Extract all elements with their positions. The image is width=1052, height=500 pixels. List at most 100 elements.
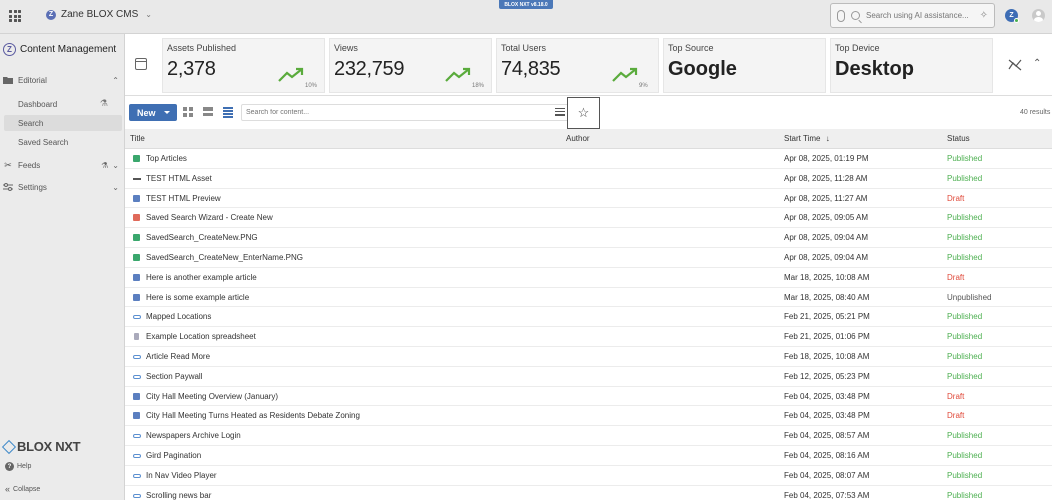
table-row[interactable]: Here is some example article Mar 18, 2025… bbox=[125, 288, 1052, 308]
article-asset-icon bbox=[133, 273, 140, 281]
scissors-icon: ✂ bbox=[4, 159, 12, 170]
link-asset-icon bbox=[133, 355, 141, 359]
row-title[interactable]: In Nav Video Player bbox=[146, 471, 217, 480]
stat-card-total-users: Total Users 74,835 9% bbox=[496, 38, 659, 93]
table-row[interactable]: SavedSearch_CreateNew.PNG Apr 08, 2025, 0… bbox=[125, 228, 1052, 248]
stat-label: Top Device bbox=[835, 43, 880, 53]
row-title[interactable]: Here is another example article bbox=[146, 273, 257, 282]
table-row[interactable]: Article Read More Feb 18, 2025, 10:08 AM P… bbox=[125, 347, 1052, 367]
link-asset-icon bbox=[133, 454, 141, 458]
user-avatar[interactable] bbox=[1032, 9, 1045, 22]
table-row[interactable]: Here is another example article Mar 18, 2… bbox=[125, 268, 1052, 288]
stat-percent: 18% bbox=[472, 83, 485, 89]
table-row[interactable]: Scrolling news bar Feb 04, 2025, 07:53 AM… bbox=[125, 486, 1052, 500]
grid-view-icon[interactable] bbox=[183, 107, 193, 117]
sidebar-section-editorial[interactable]: Editorial ⌃ bbox=[3, 75, 119, 85]
toolbar: New ☆ 40 results bbox=[125, 96, 1052, 129]
row-title[interactable]: Section Paywall bbox=[146, 372, 202, 381]
row-title[interactable]: Scrolling news bar bbox=[146, 491, 211, 500]
row-status: Published bbox=[947, 431, 983, 441]
table-row[interactable]: Newspapers Archive Login Feb 04, 2025, 08… bbox=[125, 426, 1052, 446]
new-button[interactable]: New bbox=[129, 104, 177, 121]
row-title[interactable]: Example Location spreadsheet bbox=[146, 332, 256, 341]
row-title[interactable]: City Hall Meeting Overview (January) bbox=[146, 392, 278, 401]
table-row[interactable]: Mapped Locations Feb 21, 2025, 05:21 PM Pu… bbox=[125, 307, 1052, 328]
flask-icon: ⚗ bbox=[99, 98, 108, 108]
stat-value: Desktop bbox=[835, 58, 914, 80]
workspace-switcher[interactable]: Z Zane BLOX CMS ⌄ bbox=[46, 9, 152, 20]
row-start-time: Feb 04, 2025, 07:53 AM bbox=[784, 490, 870, 500]
favorite-star-button[interactable]: ☆ bbox=[567, 97, 600, 129]
link-asset-icon bbox=[133, 374, 141, 379]
chevron-down-icon: ⌄ bbox=[145, 10, 152, 19]
row-status: Published bbox=[947, 352, 983, 361]
sidebar-section-settings[interactable]: Settings ⌄ bbox=[3, 182, 119, 192]
row-title[interactable]: Newspapers Archive Login bbox=[146, 431, 241, 440]
filter-icon[interactable] bbox=[555, 108, 565, 117]
table-row[interactable]: SavedSearch_CreateNew_EnterName.PNG Apr 0… bbox=[125, 248, 1052, 268]
row-start-time: Feb 21, 2025, 05:21 PM bbox=[784, 312, 870, 322]
column-header-start-time[interactable]: Start Time ↓ bbox=[784, 134, 830, 143]
table-row[interactable]: Top Articles Apr 08, 2025, 01:19 PM Publis… bbox=[125, 149, 1052, 169]
row-title[interactable]: Mapped Locations bbox=[146, 312, 211, 321]
row-title[interactable]: Top Articles bbox=[146, 154, 187, 163]
column-header-title[interactable]: Title bbox=[130, 134, 145, 143]
table-row[interactable]: In Nav Video Player Feb 04, 2025, 08:07 A… bbox=[125, 466, 1052, 486]
apps-grid-icon[interactable] bbox=[9, 10, 21, 22]
content-search-input[interactable] bbox=[241, 104, 569, 121]
sidebar-item-search[interactable]: Search bbox=[4, 115, 122, 131]
row-start-time: Feb 21, 2025, 01:06 PM bbox=[784, 332, 870, 342]
row-title[interactable]: Saved Search Wizard - Create New bbox=[146, 213, 273, 222]
row-status: Draft bbox=[947, 272, 965, 282]
row-start-time: Feb 18, 2025, 10:08 AM bbox=[784, 352, 870, 361]
table-row[interactable]: Section Paywall Feb 12, 2025, 05:23 PM Pub… bbox=[125, 367, 1052, 387]
collapse-sidebar-button[interactable]: « Collapse bbox=[5, 484, 40, 494]
table-row[interactable]: TEST HTML Preview Apr 08, 2025, 11:27 AM D… bbox=[125, 189, 1052, 209]
content-management-logo-icon: Z bbox=[3, 43, 16, 56]
row-start-time: Apr 08, 2025, 11:27 AM bbox=[784, 193, 868, 203]
row-title[interactable]: SavedSearch_CreateNew_EnterName.PNG bbox=[146, 253, 303, 262]
row-title[interactable]: TEST HTML Asset bbox=[146, 174, 212, 183]
stat-label: Top Source bbox=[668, 43, 714, 53]
ai-search-input[interactable] bbox=[866, 11, 980, 20]
sidebar-item-dashboard[interactable]: Dashboard ⚗ bbox=[4, 96, 122, 112]
column-header-author[interactable]: Author bbox=[566, 134, 590, 143]
column-header-status[interactable]: Status bbox=[947, 134, 970, 143]
stat-card-assets-published: Assets Published 2,378 10% bbox=[162, 38, 325, 93]
list-view-icon[interactable] bbox=[223, 107, 233, 118]
row-status: Draft bbox=[947, 193, 965, 203]
row-title[interactable]: Gird Pagination bbox=[146, 451, 201, 460]
row-status: Published bbox=[947, 233, 983, 243]
row-title[interactable]: SavedSearch_CreateNew.PNG bbox=[146, 233, 258, 242]
ai-sparkle-icon[interactable]: ✧ bbox=[980, 10, 988, 21]
row-title[interactable]: Article Read More bbox=[146, 352, 210, 361]
card-view-icon[interactable] bbox=[203, 107, 213, 117]
hide-chart-icon[interactable] bbox=[1008, 59, 1022, 71]
table-row[interactable]: Example Location spreadsheet Feb 21, 2025… bbox=[125, 327, 1052, 347]
row-status: Published bbox=[947, 154, 983, 163]
row-status: Draft bbox=[947, 411, 965, 421]
ai-search-bar[interactable]: ✧ bbox=[830, 3, 995, 28]
link-asset-icon bbox=[133, 315, 141, 320]
row-start-time: Feb 04, 2025, 03:48 PM bbox=[784, 391, 870, 401]
help-link[interactable]: ? Help bbox=[5, 462, 31, 471]
microphone-icon[interactable] bbox=[837, 9, 845, 22]
table-row[interactable]: TEST HTML Asset Apr 08, 2025, 11:28 AM Pub… bbox=[125, 169, 1052, 189]
calendar-icon[interactable] bbox=[135, 58, 147, 70]
image-asset-icon bbox=[133, 155, 140, 162]
sidebar-item-label: Search bbox=[18, 118, 44, 128]
row-status: Published bbox=[947, 312, 983, 322]
row-title[interactable]: City Hall Meeting Turns Heated as Reside… bbox=[146, 411, 360, 420]
table-row[interactable]: City Hall Meeting Turns Heated as Reside… bbox=[125, 406, 1052, 427]
trend-up-icon bbox=[445, 67, 471, 82]
sidebar-item-saved-search[interactable]: Saved Search bbox=[4, 134, 122, 150]
table-row[interactable]: Gird Pagination Feb 04, 2025, 08:16 AM Pub… bbox=[125, 446, 1052, 466]
notifications-icon[interactable]: Z bbox=[1005, 9, 1019, 23]
sidebar-section-feeds[interactable]: ✂ Feeds ⚗ ⌄ bbox=[3, 160, 119, 170]
row-title[interactable]: TEST HTML Preview bbox=[146, 194, 221, 203]
table-row[interactable]: City Hall Meeting Overview (January) Feb … bbox=[125, 387, 1052, 407]
row-title[interactable]: Here is some example article bbox=[146, 293, 249, 302]
table-row[interactable]: Saved Search Wizard - Create New Apr 08, … bbox=[125, 208, 1052, 229]
file-asset-icon bbox=[134, 333, 139, 341]
chevron-up-icon[interactable]: ⌃ bbox=[1033, 58, 1041, 69]
